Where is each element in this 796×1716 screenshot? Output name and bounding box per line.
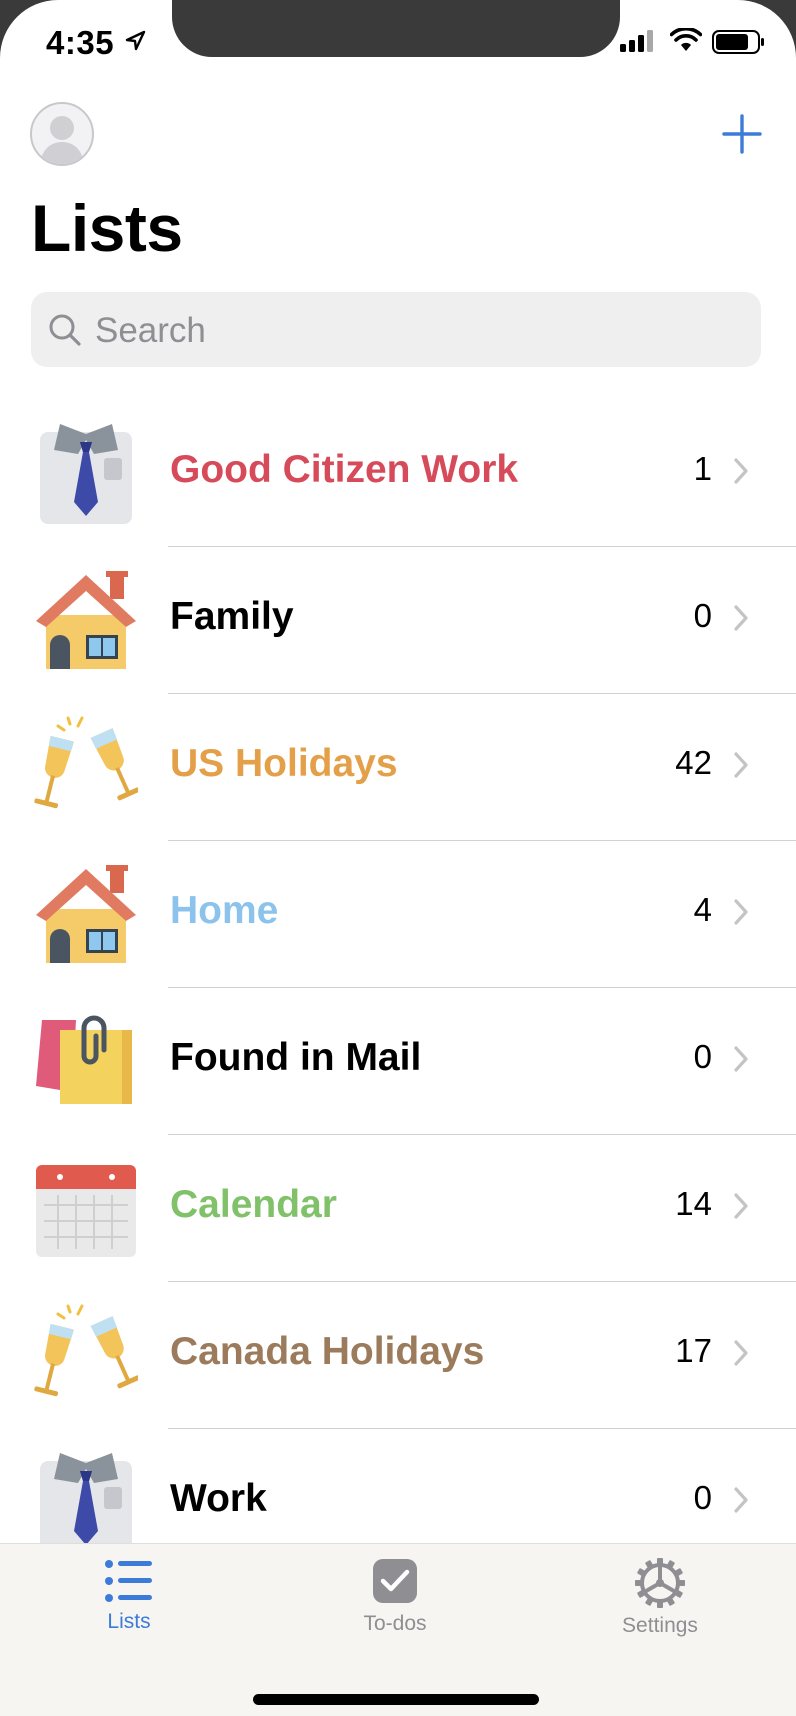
- device-notch: [172, 0, 620, 57]
- location-arrow-icon: [125, 30, 146, 51]
- list-item[interactable]: Canada Holidays 17: [0, 1282, 796, 1429]
- list-item[interactable]: Calendar 14: [0, 1135, 796, 1282]
- page-title: Lists: [31, 191, 183, 265]
- list-count: 14: [675, 1185, 712, 1222]
- chevron-right-icon: [734, 1340, 748, 1366]
- calendar-icon: [36, 1165, 136, 1257]
- search-input[interactable]: [93, 292, 737, 369]
- list-icon: [105, 1560, 152, 1602]
- champagne-glasses-icon: [34, 716, 138, 809]
- person-icon: [40, 116, 84, 164]
- phone-screen: 4:35 Lists Search Good Citizen Work 1 Fa…: [0, 0, 796, 1716]
- list-item[interactable]: Found in Mail 0: [0, 988, 796, 1135]
- list-item[interactable]: Family 0: [0, 547, 796, 694]
- list-count: 4: [693, 891, 712, 928]
- lists-list: Good Citizen Work 1 Family 0 US Holidays…: [0, 400, 796, 1543]
- chevron-right-icon: [734, 1046, 748, 1072]
- list-item[interactable]: Good Citizen Work 1: [0, 400, 796, 547]
- chevron-right-icon: [734, 1193, 748, 1219]
- list-name: Found in Mail: [170, 1036, 422, 1079]
- list-name: Work: [170, 1477, 267, 1520]
- home-indicator[interactable]: [253, 1694, 539, 1705]
- shopping-bag-icon: [36, 1015, 132, 1104]
- status-time: 4:35: [46, 24, 115, 61]
- tab-label: To-dos: [363, 1612, 427, 1635]
- chevron-right-icon: [734, 458, 748, 484]
- chevron-right-icon: [734, 899, 748, 925]
- tab-todos[interactable]: To-dos: [315, 1558, 475, 1668]
- list-item[interactable]: Home 4: [0, 841, 796, 988]
- list-count: 1: [693, 450, 712, 487]
- necktie-icon: [40, 424, 132, 524]
- list-name: Calendar: [170, 1183, 337, 1226]
- search-icon: [49, 314, 81, 346]
- chevron-right-icon: [734, 605, 748, 631]
- champagne-glasses-icon: [34, 1304, 138, 1397]
- list-count: 0: [693, 597, 712, 634]
- list-name: Home: [170, 889, 279, 932]
- list-count: 0: [693, 1479, 712, 1516]
- tab-label: Lists: [107, 1610, 151, 1633]
- chevron-right-icon: [734, 1487, 748, 1513]
- list-item[interactable]: Work 0: [0, 1429, 796, 1543]
- list-count: 17: [675, 1332, 712, 1369]
- gear-icon: [635, 1558, 685, 1608]
- list-count: 42: [675, 744, 712, 781]
- house-icon: [36, 571, 136, 669]
- profile-avatar[interactable]: [30, 102, 94, 166]
- list-name: US Holidays: [170, 742, 398, 785]
- checkmark-icon: [373, 1559, 417, 1603]
- list-item[interactable]: US Holidays 42: [0, 694, 796, 841]
- add-list-button[interactable]: [718, 110, 766, 158]
- list-name: Canada Holidays: [170, 1330, 485, 1373]
- wifi-icon: [670, 28, 702, 51]
- necktie-icon: [40, 1453, 132, 1543]
- search-bar[interactable]: [31, 292, 761, 369]
- list-name: Family: [170, 595, 294, 638]
- chevron-right-icon: [734, 752, 748, 778]
- tab-bar: Lists To-dos Settings: [0, 1543, 796, 1716]
- tab-settings[interactable]: Settings: [580, 1558, 740, 1668]
- house-icon: [36, 865, 136, 963]
- tab-lists[interactable]: Lists: [49, 1558, 209, 1668]
- battery-icon: [712, 30, 764, 54]
- cellular-signal-icon: [620, 30, 653, 52]
- tab-label: Settings: [622, 1614, 698, 1637]
- list-name: Good Citizen Work: [170, 448, 519, 491]
- list-count: 0: [693, 1038, 712, 1075]
